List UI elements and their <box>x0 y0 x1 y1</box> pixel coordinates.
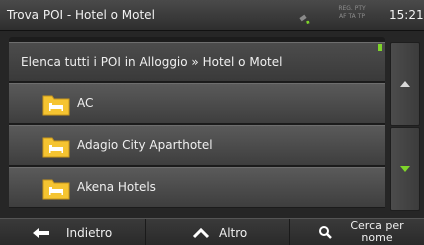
hotel-folder-icon <box>42 134 70 158</box>
list-item[interactable]: Adagio City Aparthotel <box>9 125 385 166</box>
chevron-up-icon <box>192 227 210 239</box>
arrow-left-icon <box>33 228 49 238</box>
scroll-up-button[interactable] <box>390 42 420 126</box>
list-item-label: Akena Hotels <box>77 180 156 194</box>
list-item[interactable]: AC <box>9 83 385 124</box>
triangle-up-icon <box>400 81 410 87</box>
scroll-down-button[interactable] <box>390 127 420 211</box>
page-title: Trova POI - Hotel o Motel <box>7 8 155 22</box>
hotel-folder-icon <box>42 176 70 200</box>
triangle-down-icon <box>400 166 410 172</box>
more-button-label: Altro <box>219 226 248 240</box>
tmc-status-indicator: REG. PTY AF TA TP <box>332 5 372 21</box>
back-button[interactable]: Indietro <box>0 219 146 245</box>
list-item-label: AC <box>77 96 94 110</box>
list-item[interactable]: Akena Hotels <box>9 167 385 208</box>
search-by-name-label: Cerca per nome <box>350 219 404 244</box>
list-item-label: Adagio City Aparthotel <box>77 138 213 152</box>
more-button[interactable]: Altro <box>146 219 290 245</box>
hotel-folder-icon <box>42 92 70 116</box>
gps-satellite-icon <box>298 10 312 24</box>
tmc-status-line: REG. PTY <box>338 5 366 12</box>
search-icon <box>319 226 332 239</box>
bottom-bar: Indietro Altro Cerca per nome <box>0 218 424 245</box>
title-bar: Trova POI - Hotel o Motel REG. PTY AF TA… <box>0 0 424 31</box>
list-all-poi-row[interactable]: Elenca tutti i POI in Alloggio » Hotel o… <box>9 42 385 82</box>
list-all-poi-label: Elenca tutti i POI in Alloggio » Hotel o… <box>21 55 283 69</box>
scroll-position-indicator <box>378 44 382 51</box>
search-by-name-button[interactable]: Cerca per nome <box>290 219 424 245</box>
back-button-label: Indietro <box>66 226 113 240</box>
tmc-status-line: AF TA TP <box>339 13 365 20</box>
clock: 15:21 <box>389 8 424 22</box>
